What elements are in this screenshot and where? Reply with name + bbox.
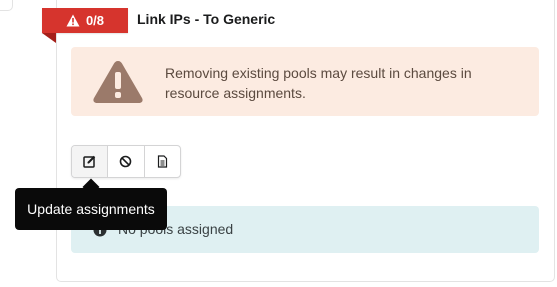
edit-icon (83, 155, 96, 168)
page-title: Link IPs - To Generic (137, 11, 276, 27)
remove-pools-button[interactable] (108, 146, 145, 177)
tooltip: Update assignments (15, 188, 167, 230)
view-details-button[interactable] (145, 146, 180, 177)
ribbon-tail (42, 33, 56, 43)
status-ribbon: 0/8 (42, 8, 128, 33)
warning-message: Removing existing pools may result in ch… (71, 47, 539, 116)
status-count: 0/8 (85, 13, 105, 28)
adjacent-panel-edge (0, 0, 13, 11)
warning-icon (93, 61, 143, 103)
document-icon (157, 155, 167, 168)
ban-icon (120, 155, 132, 168)
update-assignments-button[interactable] (72, 146, 109, 177)
warning-triangle-icon (66, 14, 80, 27)
action-button-group (71, 145, 181, 178)
warning-text: Removing existing pools may result in ch… (165, 65, 472, 101)
